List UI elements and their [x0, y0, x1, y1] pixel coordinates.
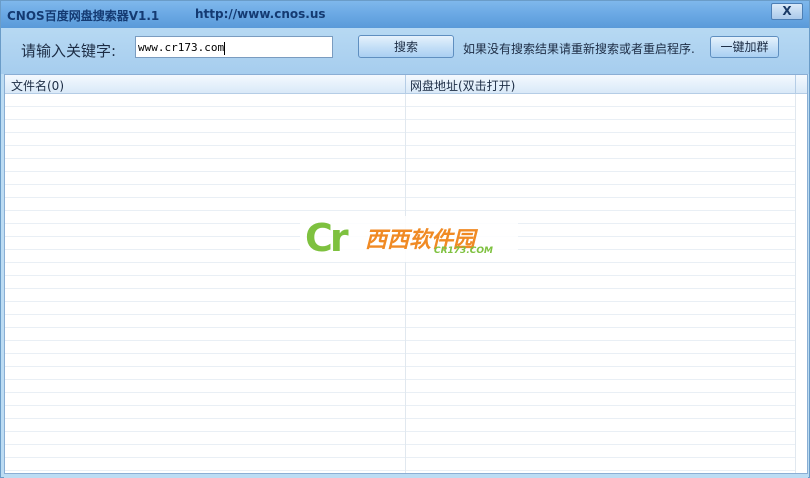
results-list[interactable]: 文件名(0) 网盘地址(双击打开) Cr 西西软件园 CR173.COM: [4, 74, 808, 474]
title-url[interactable]: http://www.cnos.us: [195, 7, 326, 21]
close-icon: X: [782, 4, 792, 18]
keyword-input[interactable]: www.cr173.com: [135, 36, 333, 58]
list-rows[interactable]: [5, 94, 795, 473]
column-divider[interactable]: [795, 75, 796, 93]
window-title: CNOS百度网盘搜索器V1.1: [7, 9, 160, 23]
column-divider[interactable]: [405, 75, 406, 93]
app-window: CNOS百度网盘搜索器V1.1 http://www.cnos.us X 请输入…: [0, 0, 810, 478]
join-group-button[interactable]: 一键加群: [710, 36, 779, 58]
hint-text: 如果没有搜索结果请重新搜索或者重启程序.: [463, 42, 695, 56]
text-caret: [224, 41, 226, 55]
keyword-label: 请输入关键字:: [21, 42, 117, 60]
status-bar: [4, 474, 808, 478]
grid-column-line: [405, 94, 406, 473]
watermark-logo: Cr 西西软件园 CR173.COM: [300, 216, 518, 262]
column-header-filename[interactable]: 文件名(0): [11, 77, 64, 94]
list-header: 文件名(0) 网盘地址(双击打开): [5, 75, 807, 94]
grid-column-line: [795, 94, 796, 473]
keyword-input-value: www.cr173.com: [138, 41, 225, 54]
search-toolbar: 请输入关键字: www.cr173.com 搜索 如果没有搜索结果请重新搜索或者…: [1, 28, 809, 74]
close-button[interactable]: X: [771, 3, 803, 20]
watermark-brand-en: CR173.COM: [434, 246, 493, 256]
watermark-letters: Cr: [305, 216, 349, 260]
search-button[interactable]: 搜索: [358, 35, 454, 58]
title-bar[interactable]: CNOS百度网盘搜索器V1.1 http://www.cnos.us X: [1, 1, 809, 28]
column-header-url[interactable]: 网盘地址(双击打开): [410, 77, 515, 94]
